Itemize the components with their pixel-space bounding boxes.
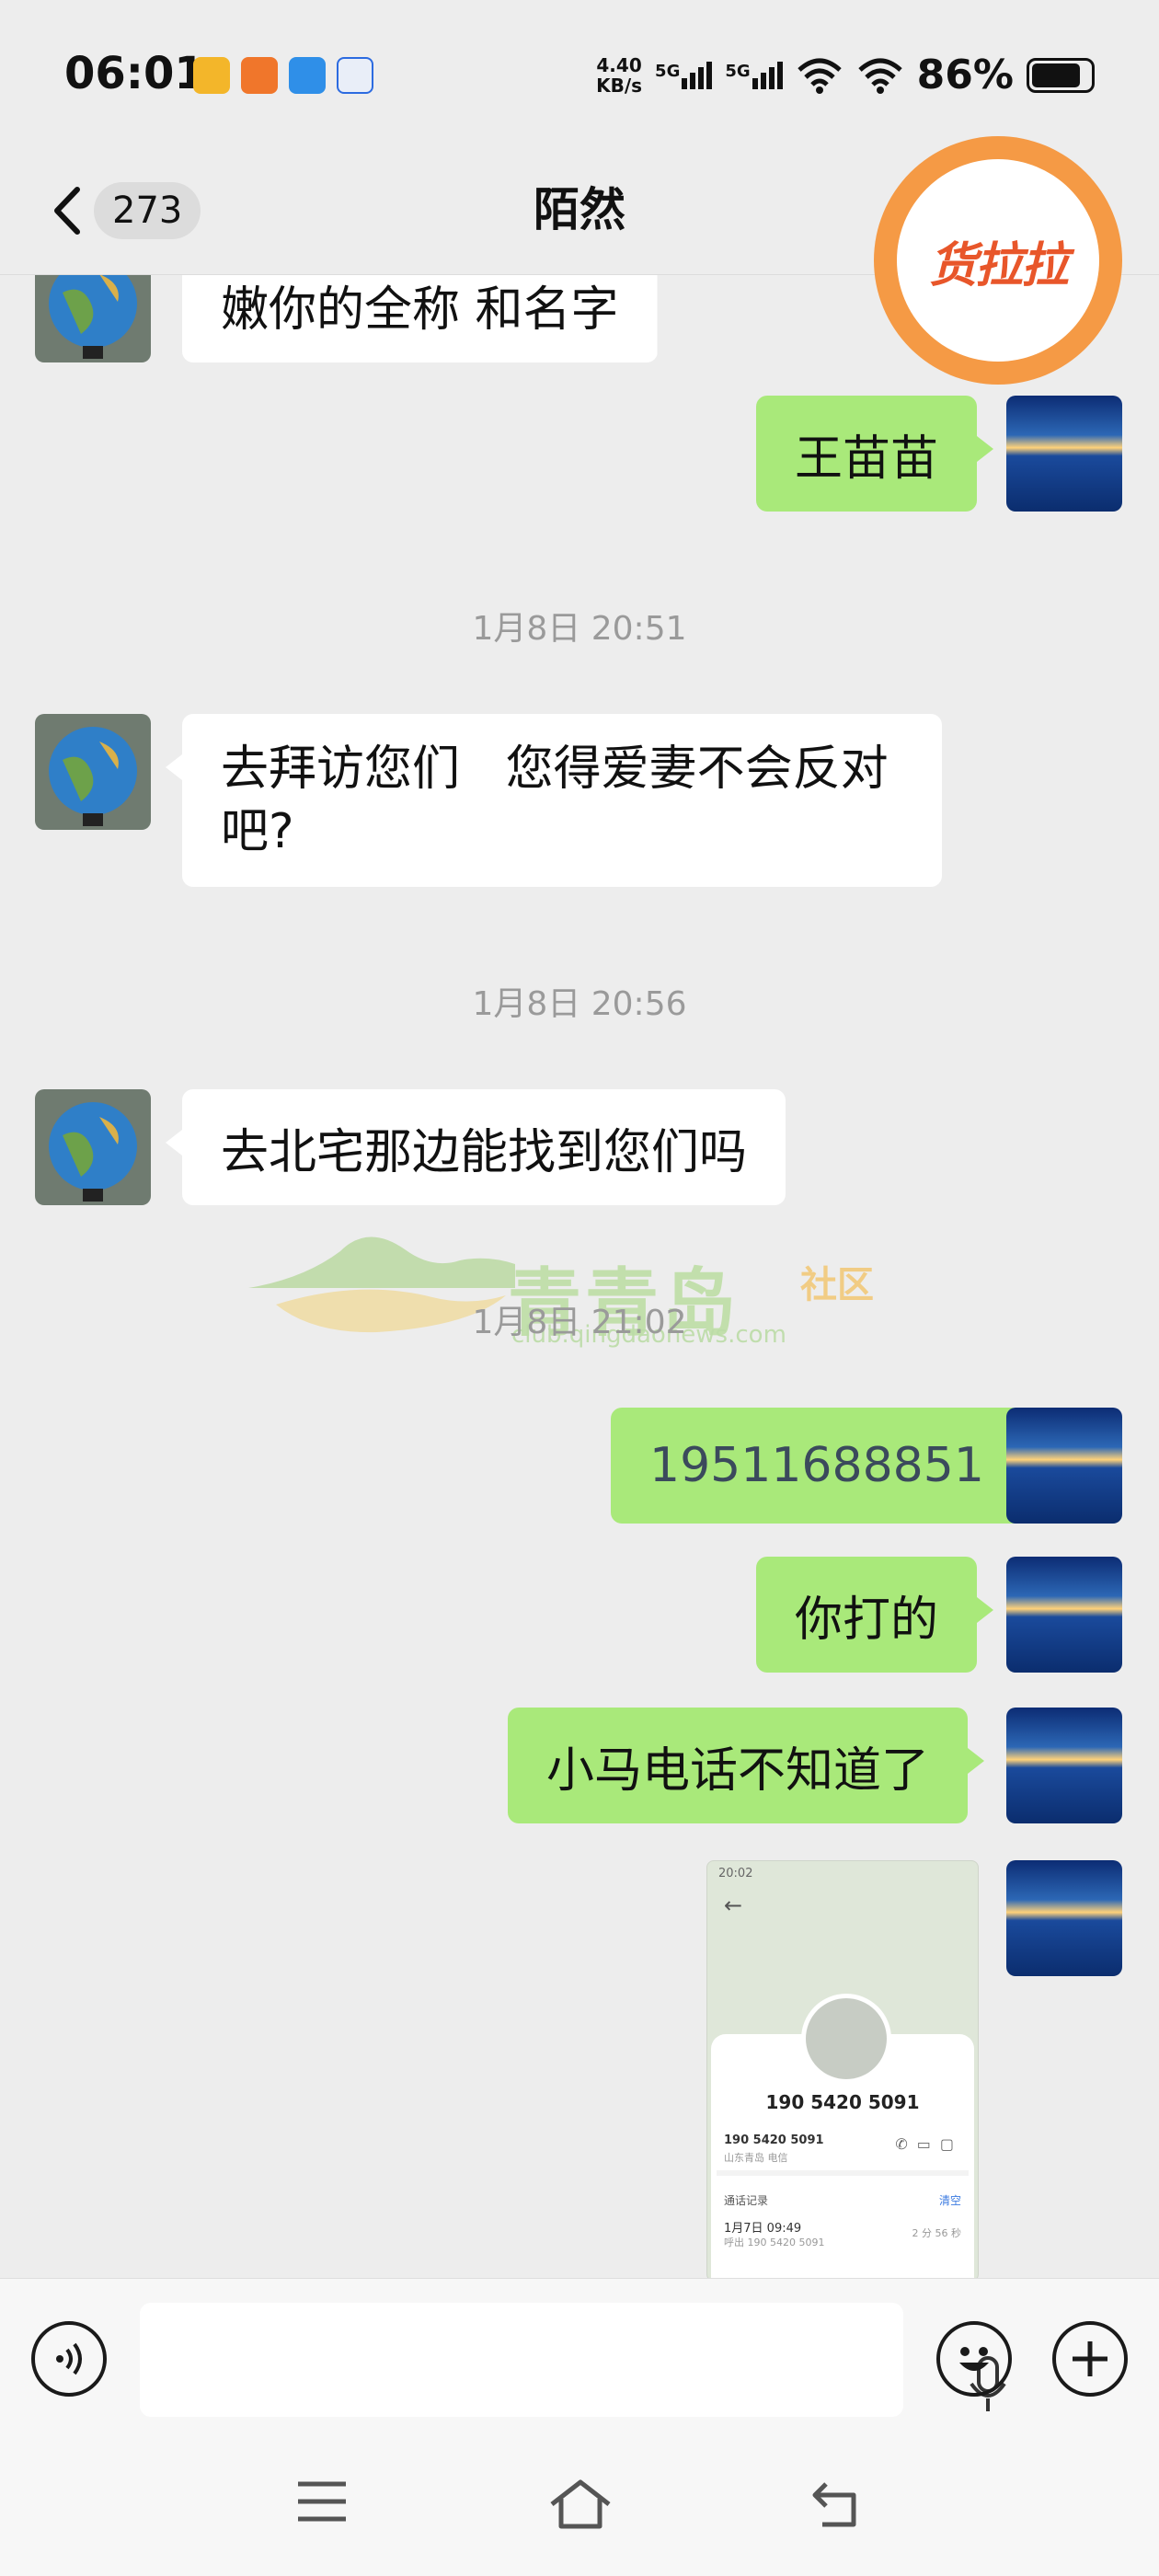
mini-status-time: 20:02 (718, 1867, 753, 1880)
mini-log-number: 呼出 190 5420 5091 (724, 2237, 825, 2248)
mini-call-log-title: 通话记录 (724, 2194, 769, 2207)
message-text: 你打的 (795, 1592, 939, 1648)
mini-separator (717, 2170, 969, 2176)
message-text: 去北宅那边能找到您们吗 (221, 1124, 748, 1180)
signal-1-label: 5G (655, 61, 681, 81)
home-icon[interactable] (548, 2478, 613, 2530)
mini-log-duration: 2 分 56 秒 (912, 2227, 962, 2239)
my-avatar[interactable] (1006, 1557, 1122, 1673)
battery-icon (1027, 57, 1095, 93)
message-text-line1: 去拜访您们 您得爱妻不会反对 (221, 742, 889, 797)
message-outgoing[interactable]: 小马电话不知道了 (508, 1708, 985, 1823)
timestamp: 1月8日 21:02 (472, 1304, 687, 1341)
message-incoming[interactable]: 去北宅那边能找到您们吗 (165, 1089, 786, 1205)
image-message-screenshot[interactable]: 20:02 ← 190 5420 5091 190 5420 5091 山东青岛… (706, 1860, 979, 2282)
net-speed-value: 4.40 (596, 53, 642, 76)
status-indicators: 4.40 KB/s 5G 5G 86% (596, 52, 1095, 98)
mini-contact-avatar-icon (801, 1994, 891, 2084)
signal-bars-icon (682, 61, 713, 89)
message-outgoing[interactable]: 王苗苗 (756, 396, 994, 512)
more-button[interactable] (1052, 2321, 1128, 2397)
status-bar: 06:01 4.40 KB/s 5G 5G 86% (0, 0, 1159, 147)
my-avatar[interactable] (1006, 1860, 1122, 1976)
app-notification-icon-4 (337, 57, 373, 94)
emoji-button[interactable] (936, 2321, 1012, 2397)
battery-percent: 86% (916, 52, 1014, 98)
app-notification-icon-3 (289, 57, 326, 94)
huolala-logo: 货拉拉 (928, 237, 1069, 293)
message-text: 小马电话不知道了 (546, 1742, 930, 1799)
floating-app-badge[interactable]: 货拉拉 (874, 136, 1122, 385)
mini-phone-number: 190 5420 5091 (765, 2091, 920, 2113)
timestamp: 1月8日 20:51 (472, 610, 687, 648)
contact-avatar[interactable] (35, 714, 151, 830)
net-speed-unit: KB/s (596, 74, 643, 97)
floating-badge-inner: 货拉拉 (897, 159, 1099, 362)
message-incoming[interactable]: 去拜访您们 您得爱妻不会反对 吧? (166, 714, 942, 887)
signal-bars-icon (752, 61, 783, 89)
mini-back-arrow-icon: ← (724, 1892, 743, 1918)
mini-number-line: 190 5420 5091 (724, 2133, 824, 2147)
app-notification-icon-1 (193, 57, 230, 94)
status-time: 06:01 (64, 48, 205, 99)
globe-image (49, 1102, 137, 1202)
mini-action-icons: ✆▭▢ (895, 2135, 963, 2153)
wifi-icon (857, 58, 902, 94)
message-text-phone-number[interactable]: 19511688851 (649, 1438, 984, 1493)
system-navigation-bar (0, 2438, 1159, 2576)
mini-location-line: 山东青岛 电信 (724, 2152, 788, 2164)
my-avatar[interactable] (1006, 396, 1122, 512)
smiley-icon (959, 2347, 989, 2371)
signal-2: 5G (725, 61, 783, 89)
net-speed: 4.40 KB/s (596, 55, 642, 96)
app-notification-icon-2 (241, 57, 278, 94)
wifi-calling-icon (797, 58, 842, 94)
back-icon[interactable] (809, 2478, 865, 2530)
message-outgoing[interactable]: 你打的 (756, 1557, 994, 1673)
voice-wave-icon (56, 2342, 82, 2375)
message-outgoing[interactable]: 19511688851 (611, 1408, 1039, 1524)
my-avatar[interactable] (1006, 1408, 1122, 1524)
my-avatar[interactable] (1006, 1708, 1122, 1823)
signal-1: 5G (655, 61, 713, 89)
message-text: 王苗苗 (795, 431, 939, 487)
message-text: 嫩你的全称 和名字 (221, 282, 619, 338)
message-input[interactable] (140, 2303, 1006, 2417)
mini-log-time: 1月7日 09:49 (724, 2222, 802, 2236)
mini-clear-label: 清空 (938, 2194, 961, 2207)
input-bar (0, 2278, 1159, 2439)
voice-input-button[interactable] (31, 2321, 107, 2397)
notification-icons (193, 57, 373, 94)
signal-2-label: 5G (725, 61, 751, 81)
timestamp: 1月8日 20:56 (472, 985, 687, 1023)
message-text-line2: 吧? (221, 804, 294, 859)
menu-icon[interactable] (294, 2478, 350, 2524)
contact-avatar[interactable] (35, 1089, 151, 1205)
plus-icon (1073, 2341, 1107, 2376)
globe-image (49, 727, 137, 826)
